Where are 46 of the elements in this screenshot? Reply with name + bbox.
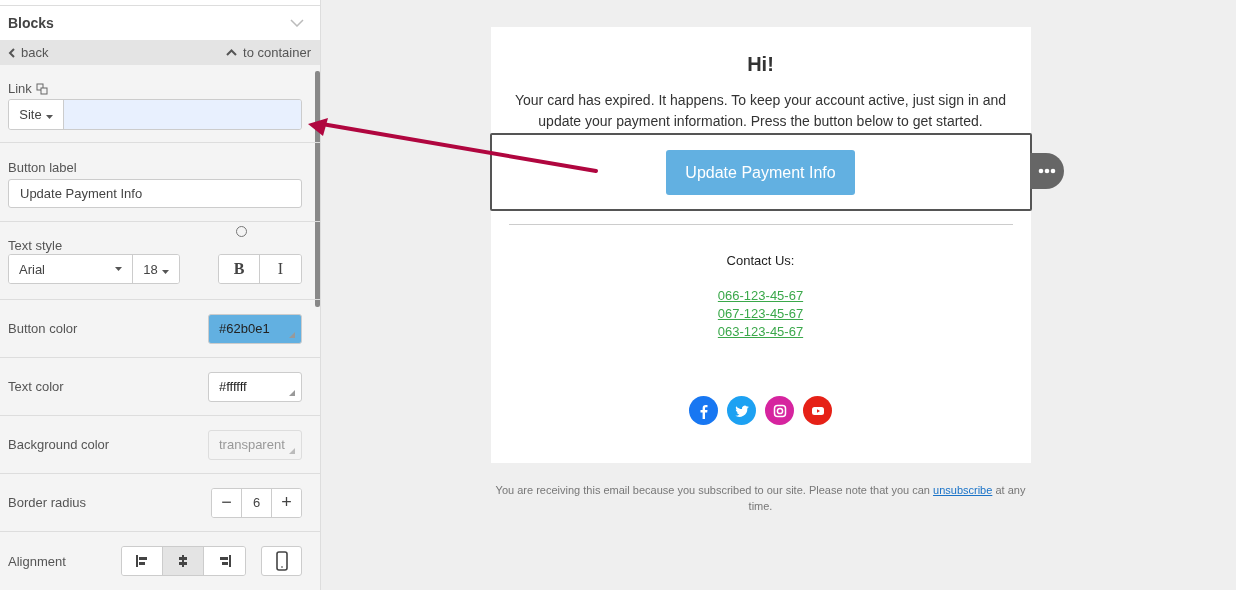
chevron-down-icon xyxy=(290,19,304,28)
align-center-button[interactable] xyxy=(163,547,204,575)
more-options-button[interactable] xyxy=(1029,153,1064,189)
mobile-view-button[interactable] xyxy=(261,546,302,576)
facebook-icon[interactable] xyxy=(689,396,718,425)
email-body-text: Your card has expired. It happens. To keep your account active, just sign in and update your payment information. Press the button below to get started. xyxy=(513,91,1008,131)
email-heading: Hi! xyxy=(747,53,774,76)
color-label: Background color xyxy=(8,437,110,452)
phone-icon xyxy=(275,551,288,571)
text-style-label: Text style xyxy=(8,238,64,253)
link-label: Link xyxy=(8,81,32,96)
align-left-icon xyxy=(135,554,149,568)
blocks-header[interactable]: Blocks xyxy=(0,6,320,41)
resize-handle-icon xyxy=(289,447,295,454)
alignment-label: Alignment xyxy=(8,553,66,569)
back-link[interactable]: back xyxy=(8,45,49,61)
align-right-icon xyxy=(217,554,232,568)
button-label-field[interactable]: Update Payment Info xyxy=(8,179,302,208)
contact-title: Contact Us: xyxy=(726,253,795,268)
chevron-left-icon xyxy=(8,47,15,58)
color-picker[interactable]: #ffffff xyxy=(208,371,302,402)
caret-icon xyxy=(161,269,169,274)
to-container-link[interactable]: to container xyxy=(226,45,311,61)
scrollbar[interactable] xyxy=(315,71,320,307)
font-dropdown[interactable]: Arial xyxy=(9,255,133,283)
twitter-icon[interactable] xyxy=(727,396,756,425)
align-left-button[interactable] xyxy=(122,547,163,575)
align-right-button[interactable] xyxy=(204,547,245,575)
color-label: Button color xyxy=(8,321,78,336)
youtube-icon[interactable] xyxy=(803,396,832,425)
border-radius-label: Border radius xyxy=(8,495,87,510)
resize-handle-icon xyxy=(289,389,295,396)
unsubscribe-link[interactable]: unsubscribe xyxy=(933,484,993,496)
footer-text: You are receiving this email because you subscribed to our site. Please note that you can unsubscribe at any time. xyxy=(494,483,1027,514)
chevron-up-icon xyxy=(226,49,238,57)
more-icon xyxy=(1037,168,1056,174)
color-picker[interactable]: #62b0e1 xyxy=(208,313,302,344)
instagram-icon[interactable] xyxy=(765,396,794,425)
button-label-label: Button label xyxy=(8,160,78,175)
resize-handle-icon xyxy=(289,331,295,338)
color-label: Text color xyxy=(8,379,64,394)
caret-icon xyxy=(115,267,122,271)
bold-button[interactable]: B xyxy=(219,255,260,283)
copy-icon[interactable] xyxy=(35,82,48,95)
italic-button[interactable]: I xyxy=(260,255,301,283)
align-center-icon xyxy=(176,554,190,568)
